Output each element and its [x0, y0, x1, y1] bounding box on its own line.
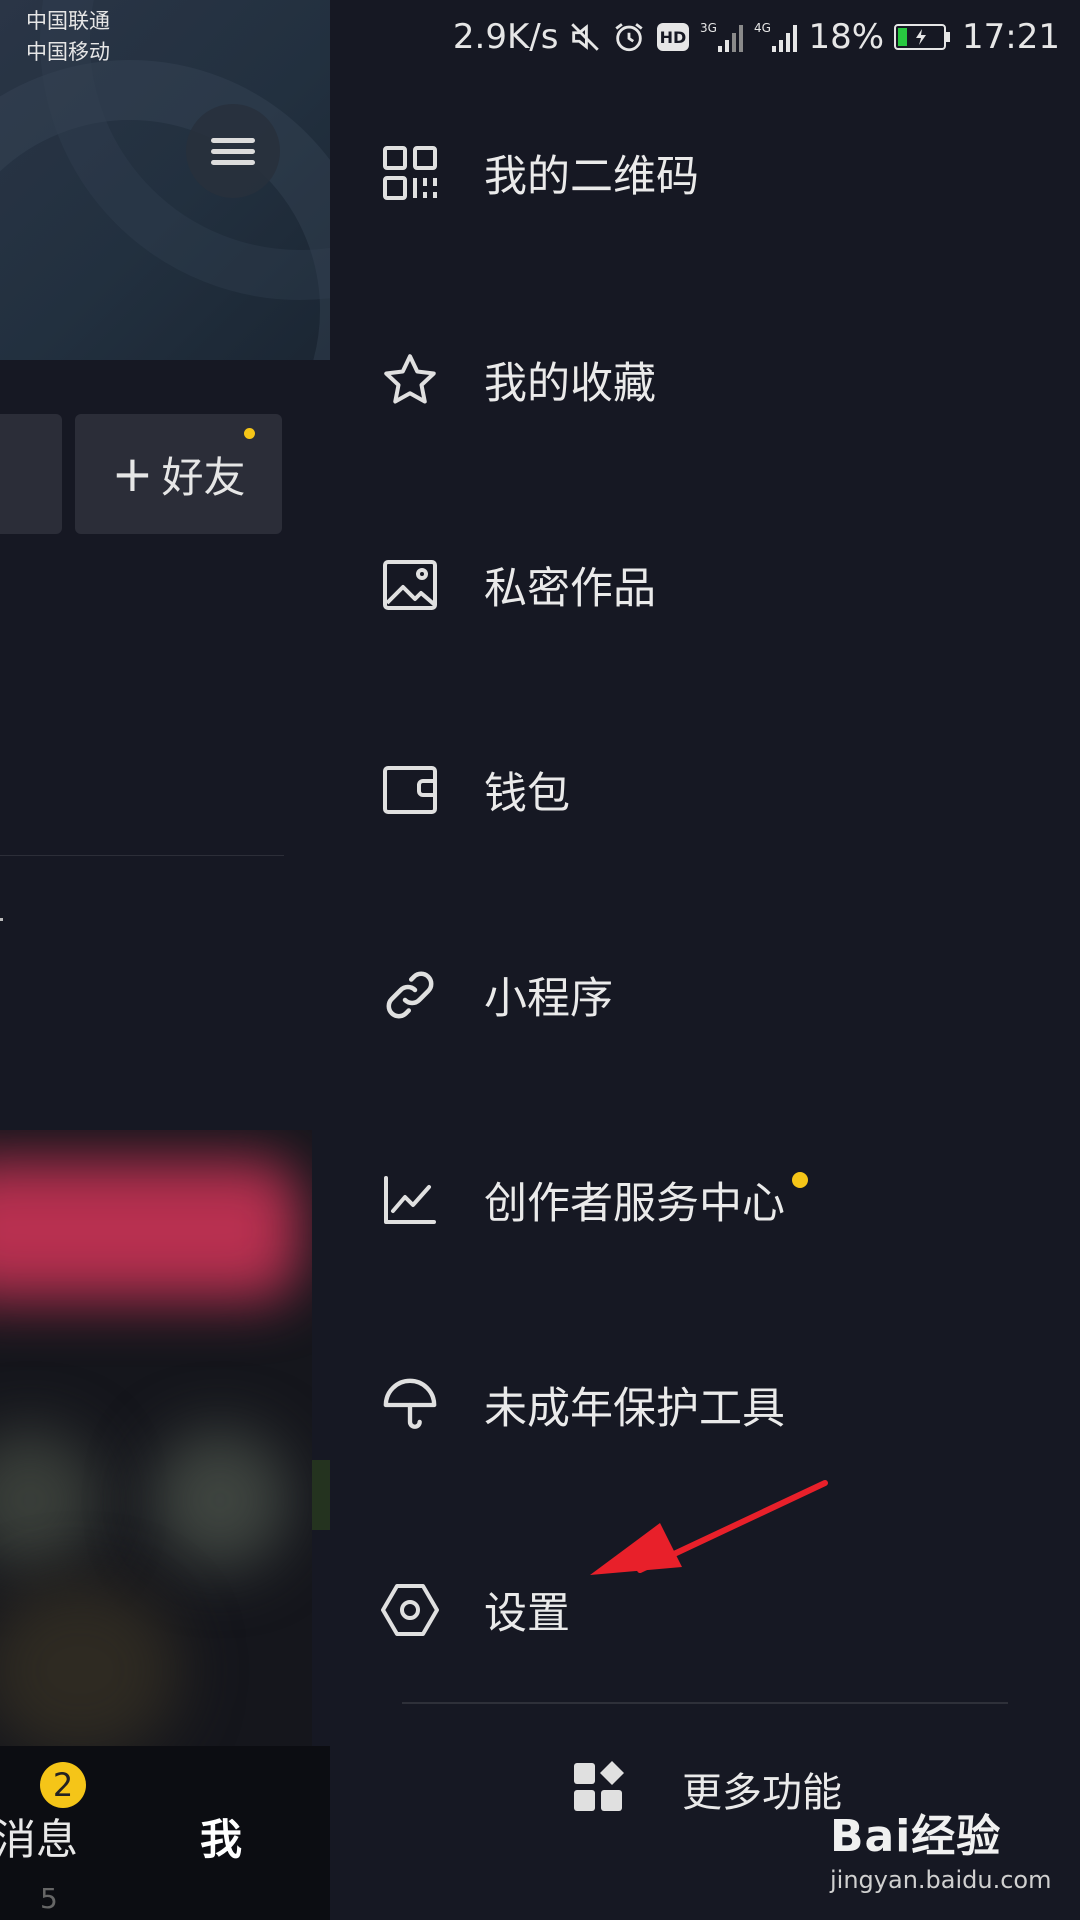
menu-item-mini-programs[interactable]: 小程序: [380, 945, 1030, 1045]
menu-item-wallet[interactable]: 钱包: [380, 740, 1030, 840]
menu-item-label: 我的二维码: [484, 152, 699, 202]
mute-icon: [568, 20, 602, 54]
hd-icon: HD: [656, 22, 690, 52]
side-drawer: 2.9K/s HD 3G 4G 18% 17:21 我的二维码 我的收藏 私密作…: [330, 0, 1080, 1920]
plus-icon: +: [111, 445, 154, 503]
menu-item-label: 私密作品: [484, 564, 656, 614]
more-features-button[interactable]: 更多功能: [572, 1760, 842, 1818]
menu-item-creator-center[interactable]: 创作者服务中心: [380, 1150, 1030, 1250]
svg-text:HD: HD: [660, 28, 687, 47]
svg-text:4G: 4G: [754, 21, 771, 35]
divider: [0, 855, 284, 856]
menu-item-label: 未成年保护工具: [484, 1384, 785, 1434]
carrier-2: 中国移动: [26, 40, 110, 64]
menu-item-label: 设置: [484, 1589, 570, 1639]
svg-text:3G: 3G: [700, 21, 717, 35]
carrier-1: 中国联通: [26, 9, 110, 33]
watermark-url: jingyan.baidu.com: [830, 1866, 1052, 1894]
battery-percent: 18%: [808, 17, 885, 57]
nav-messages[interactable]: 消息: [0, 1806, 78, 1867]
red-arrow-annotation: [590, 1480, 828, 1575]
menu-item-qr-code[interactable]: 我的二维码: [380, 123, 1030, 223]
hamburger-icon: [211, 132, 255, 171]
divider: [402, 1702, 1008, 1704]
network-speed: 2.9K/s: [452, 17, 559, 57]
clock: 17:21: [962, 17, 1060, 57]
signal-4g-icon: 4G: [754, 20, 798, 54]
battery-charging-icon: [894, 22, 952, 52]
menu-item-label: 小程序: [484, 974, 613, 1024]
more-features-label: 更多功能: [682, 1770, 842, 1816]
apps-grid-icon: [572, 1761, 626, 1817]
umbrella-icon: [380, 1375, 440, 1435]
watermark-logo: Bai经验: [830, 1811, 1002, 1862]
background-profile-page: 中国联通 中国移动 + 好友 2 消息 我 5: [0, 0, 330, 1920]
qr-code-icon: [380, 143, 440, 203]
notification-dot: [244, 428, 255, 439]
chart-icon: [380, 1170, 440, 1230]
menu-item-label: 钱包: [484, 769, 570, 819]
carrier-info: 中国联通 中国移动: [26, 6, 110, 68]
alarm-icon: [612, 20, 646, 54]
hamburger-menu-button[interactable]: [186, 104, 280, 198]
menu-item-label: 我的收藏: [484, 359, 656, 409]
edit-profile-button-partial[interactable]: [0, 414, 62, 534]
messages-badge: 2: [40, 1762, 86, 1808]
star-icon: [380, 350, 440, 410]
menu-item-minor-protection[interactable]: 未成年保护工具: [380, 1355, 1030, 1455]
hexagon-settings-icon: [380, 1580, 440, 1640]
add-friend-label: 好友: [161, 452, 246, 502]
new-indicator-dot: [792, 1172, 808, 1188]
status-bar: 2.9K/s HD 3G 4G 18% 17:21: [330, 12, 1060, 62]
menu-item-favorites[interactable]: 我的收藏: [380, 330, 1030, 430]
link-icon: [380, 965, 440, 1025]
signal-3g-icon: 3G: [700, 20, 744, 54]
menu-item-private-works[interactable]: 私密作品: [380, 535, 1030, 635]
wallet-icon: [380, 760, 440, 820]
menu-item-label: 创作者服务中心: [484, 1179, 785, 1229]
nav-me[interactable]: 我: [200, 1806, 242, 1867]
image-icon: [380, 555, 440, 615]
baidu-jingyan-watermark: Bai经验 jingyan.baidu.com: [830, 1800, 1060, 1910]
blurred-video-thumbnail[interactable]: [0, 1130, 312, 1770]
bottom-count: 5: [40, 1882, 58, 1915]
